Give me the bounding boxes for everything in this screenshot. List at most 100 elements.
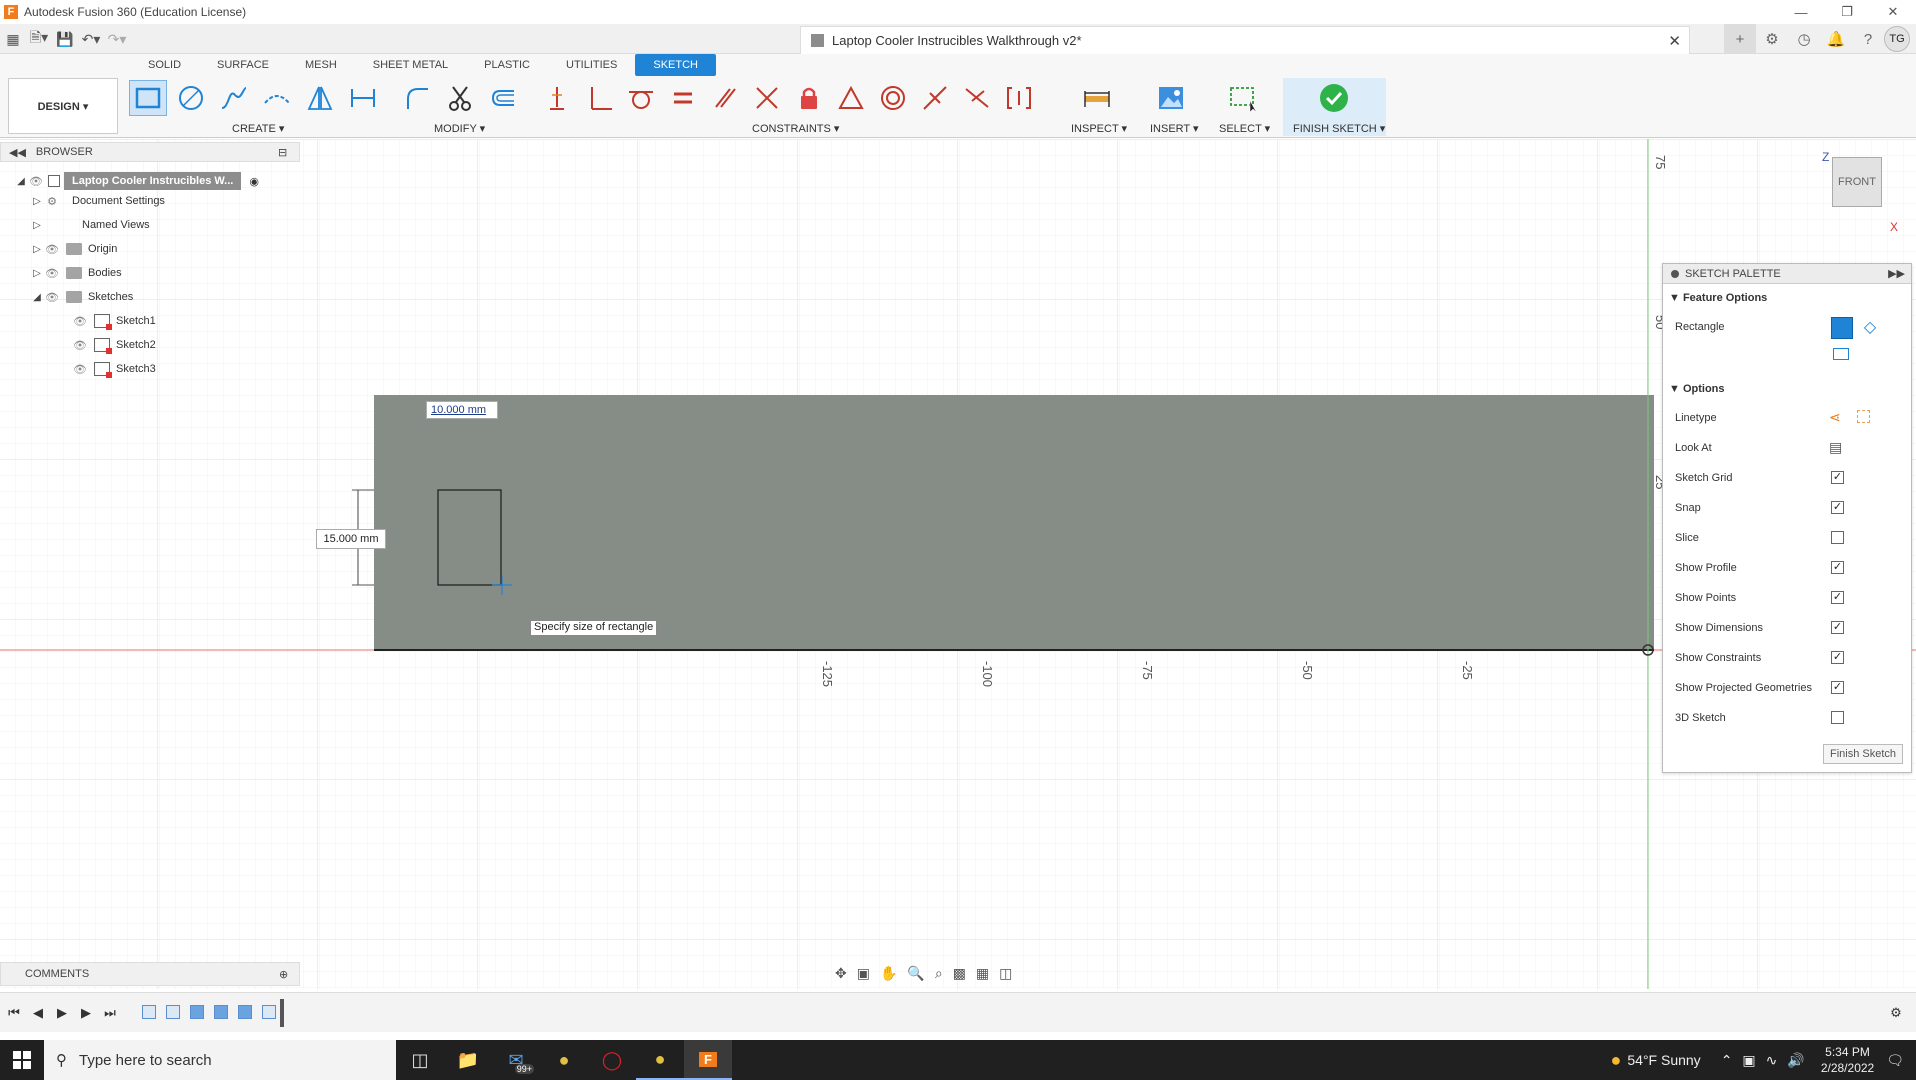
view-cube[interactable]: FRONT [1832, 157, 1882, 207]
expand-palette-icon[interactable]: ▶▶ [1888, 267, 1905, 280]
parallel-constraint-icon[interactable] [706, 80, 744, 116]
workspace-tab-solid[interactable]: SOLID [130, 54, 199, 76]
width-dimension-input[interactable] [426, 401, 498, 419]
visibility-eye-icon[interactable]: 👁 [72, 338, 88, 352]
center-rect-icon[interactable] [1833, 348, 1849, 360]
option-show-profile-checkbox[interactable]: ✓ [1831, 561, 1844, 574]
save-icon[interactable]: 💾 [52, 27, 78, 51]
collapse-browser-icon[interactable]: ◀◀ [9, 146, 26, 159]
slot-tool-icon[interactable] [258, 80, 296, 116]
job-status-icon[interactable]: ◷ [1788, 24, 1820, 54]
option-show-points-checkbox[interactable]: ✓ [1831, 591, 1844, 604]
go-to-end-icon[interactable]: ⏭ [100, 1003, 120, 1023]
options-section[interactable]: ▼ Options [1669, 383, 1725, 395]
workspace-tab-sheet-metal[interactable]: SHEET METAL [355, 54, 466, 76]
timeline-extrude-item[interactable] [214, 1005, 228, 1019]
visibility-eye-icon[interactable]: 👁 [44, 242, 60, 256]
finish-sketch-menu[interactable]: FINISH SKETCH ▾ [1293, 122, 1385, 135]
spline-tool-icon[interactable] [215, 80, 253, 116]
insert-menu[interactable]: INSERT ▾ [1150, 122, 1199, 135]
restore-icon[interactable]: ❐ [1824, 0, 1870, 24]
circle-tool-icon[interactable] [172, 80, 210, 116]
modify-menu[interactable]: MODIFY ▾ [434, 122, 485, 135]
create-menu[interactable]: CREATE ▾ [232, 122, 284, 135]
close-tab-icon[interactable]: ✕ [1668, 32, 1681, 50]
linetype-construction-icon[interactable]: ⋖ [1829, 409, 1841, 426]
file-menu-icon[interactable]: 🗎▾ [26, 27, 52, 51]
height-dimension-input[interactable]: 15.000 mm [316, 529, 386, 549]
timeline-sketch-item[interactable] [166, 1005, 180, 1019]
taskbar-search-input[interactable]: ⚲ Type here to search [44, 1040, 396, 1080]
workspace-tab-sketch[interactable]: SKETCH [635, 54, 716, 76]
display-settings-icon[interactable]: ▩ [953, 965, 966, 982]
file-explorer-icon[interactable]: 📁 [444, 1040, 492, 1080]
timeline-sketch-item[interactable] [262, 1005, 276, 1019]
option-3d-sketch-checkbox[interactable] [1831, 711, 1844, 724]
play-icon[interactable]: ▶ [52, 1003, 72, 1023]
pan-hand-icon[interactable]: ✋ [880, 965, 897, 982]
collinear-constraint-icon[interactable] [748, 80, 786, 116]
sketch-profile[interactable] [374, 395, 1654, 651]
expand-icon[interactable]: ▷ [30, 242, 44, 256]
tree-item-origin[interactable]: ▷ 👁 Origin [30, 238, 117, 260]
task-view-icon[interactable]: ◫ [396, 1040, 444, 1080]
trim-scissors-icon[interactable] [441, 80, 479, 116]
workspace-tab-mesh[interactable]: MESH [287, 54, 355, 76]
data-panel-grid-icon[interactable]: ▦ [0, 27, 26, 51]
tree-item-sketch3[interactable]: 👁 Sketch3 [72, 358, 156, 380]
finish-sketch-check-icon[interactable] [1315, 80, 1353, 116]
close-window-icon[interactable]: ✕ [1870, 0, 1916, 24]
opera-icon[interactable]: ◯ [588, 1040, 636, 1080]
tree-root[interactable]: ◢ 👁 Laptop Cooler Instrucibles W... ◉ [14, 170, 259, 192]
look-at-icon[interactable]: ▣ [857, 965, 870, 982]
select-menu[interactable]: SELECT ▾ [1219, 122, 1270, 135]
orbit-icon[interactable]: ✥ [835, 965, 847, 982]
symmetry-constraint-icon[interactable] [958, 80, 996, 116]
help-icon[interactable]: ? [1852, 24, 1884, 54]
step-back-icon[interactable]: ◀ [28, 1003, 48, 1023]
expand-root-icon[interactable]: ◢ [14, 174, 28, 188]
visibility-eye-icon[interactable]: 👁 [72, 362, 88, 376]
browser-header[interactable]: ◀◀ BROWSER ⊟ [0, 142, 300, 162]
tree-item-sketches[interactable]: ◢ 👁 Sketches [30, 286, 133, 308]
timeline-sketch-item[interactable] [142, 1005, 156, 1019]
visibility-eye-icon[interactable]: 👁 [72, 314, 88, 328]
inspect-menu[interactable]: INSPECT ▾ [1071, 122, 1127, 135]
zoom-icon[interactable]: 🔍 [907, 965, 924, 982]
constraints-menu[interactable]: CONSTRAINTS ▾ [752, 122, 839, 135]
taskbar-clock[interactable]: 5:34 PM 2/28/2022 [1821, 1044, 1874, 1076]
minimize-icon[interactable]: — [1778, 0, 1824, 24]
expand-icon[interactable]: ▷ [30, 218, 44, 232]
tree-item-sketch1[interactable]: 👁 Sketch1 [72, 310, 156, 332]
feature-options-section[interactable]: ▼ Feature Options [1669, 292, 1767, 304]
coincident-constraint-icon[interactable] [538, 80, 576, 116]
timeline-settings-gear-icon[interactable]: ⚙ [1886, 1003, 1906, 1023]
finish-sketch-button[interactable]: Finish Sketch [1823, 744, 1903, 764]
grid-settings-icon[interactable]: ▦ [976, 965, 989, 982]
tree-item-sketch2[interactable]: 👁 Sketch2 [72, 334, 156, 356]
option-snap-checkbox[interactable]: ✓ [1831, 501, 1844, 514]
three-point-rect-icon[interactable]: ◇ [1861, 319, 1879, 337]
linetype-centerline-icon[interactable] [1857, 410, 1870, 423]
insert-image-icon[interactable] [1152, 80, 1190, 116]
measure-tool-icon[interactable] [1078, 80, 1116, 116]
workspace-tab-utilities[interactable]: UTILITIES [548, 54, 635, 76]
tree-item-bodies[interactable]: ▷ 👁 Bodies [30, 262, 122, 284]
look-at-icon[interactable]: ▤ [1829, 439, 1842, 456]
network-icon[interactable]: ∿ [1766, 1052, 1778, 1069]
tangent-constraint-icon[interactable] [622, 80, 660, 116]
workspace-tab-surface[interactable]: SURFACE [199, 54, 287, 76]
extensions-icon[interactable]: ⚙ [1756, 24, 1788, 54]
tree-item-named-views[interactable]: ▷ Named Views [30, 214, 150, 236]
undo-icon[interactable]: ↶▾ [78, 27, 104, 51]
midpoint-constraint-icon[interactable] [916, 80, 954, 116]
redo-icon[interactable]: ↷▾ [104, 27, 130, 51]
expand-icon[interactable]: ▷ [30, 266, 44, 280]
dimension-tool-icon[interactable] [344, 80, 382, 116]
expand-icon[interactable]: ▷ [30, 194, 44, 208]
offset-tool-icon[interactable] [484, 80, 522, 116]
user-avatar[interactable]: TG [1884, 26, 1910, 52]
step-forward-icon[interactable]: ▶ [76, 1003, 96, 1023]
fusion-taskbar-icon[interactable]: F [684, 1040, 732, 1080]
option-show-dimensions-checkbox[interactable]: ✓ [1831, 621, 1844, 634]
